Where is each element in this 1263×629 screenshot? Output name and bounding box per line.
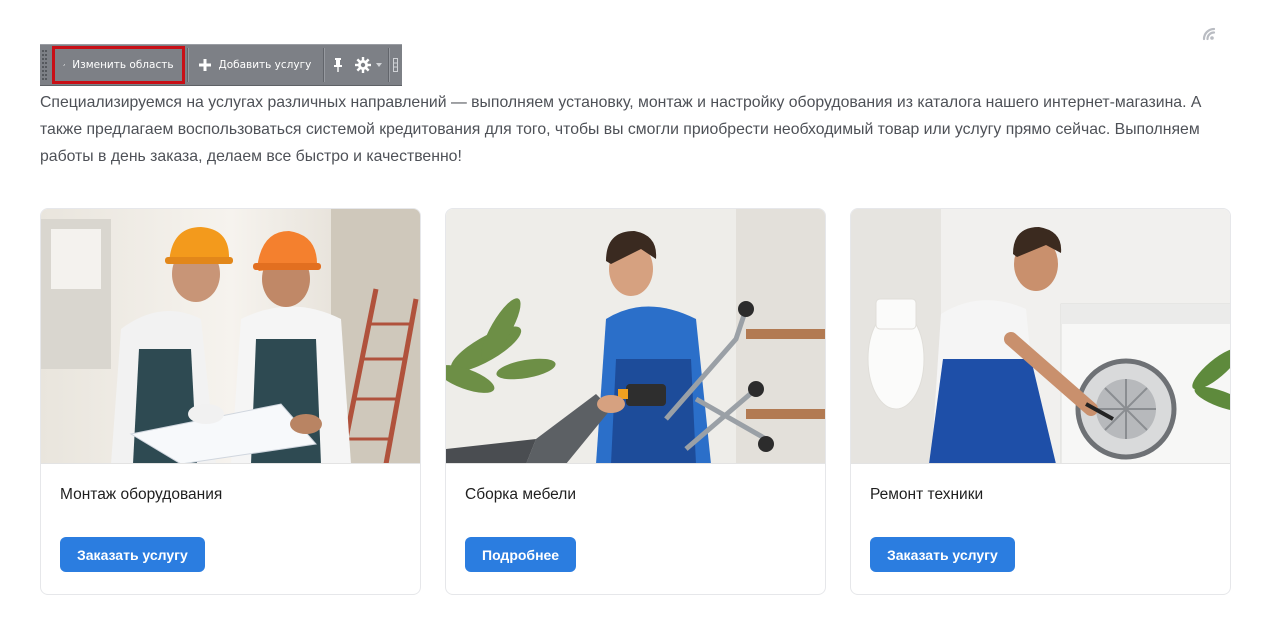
service-card: Монтаж оборудования Заказать услугу: [40, 208, 421, 595]
more-details-button[interactable]: Подробнее: [465, 537, 577, 572]
plus-icon: [199, 59, 212, 71]
service-title: Монтаж оборудования: [60, 486, 223, 503]
service-card: Сборка мебели Подробнее: [445, 208, 826, 595]
admin-toolbar: Изменить область Добавить услугу: [40, 44, 402, 86]
pin-button[interactable]: [324, 45, 351, 85]
add-service-button[interactable]: Добавить услугу: [187, 45, 323, 85]
service-card: Ремонт техники Заказать услугу: [850, 208, 1231, 595]
service-photo-furniture: [446, 209, 825, 464]
gear-icon: [354, 57, 371, 73]
toolbar-resize-handle[interactable]: [389, 45, 402, 85]
settings-button[interactable]: [351, 45, 388, 85]
drag-handle[interactable]: [40, 45, 49, 85]
order-service-button[interactable]: Заказать услугу: [870, 537, 1015, 572]
pin-icon: [333, 58, 342, 72]
add-service-label: Добавить услугу: [218, 59, 312, 71]
pencil-icon: [62, 64, 65, 67]
edit-area-button[interactable]: Изменить область: [51, 46, 185, 84]
service-title: Ремонт техники: [870, 486, 984, 503]
order-service-button[interactable]: Заказать услугу: [60, 537, 205, 572]
chevron-down-icon: [375, 63, 382, 67]
service-title: Сборка мебели: [465, 486, 576, 503]
edit-area-label: Изменить область: [72, 59, 174, 71]
intro-text: Специализируемся на услугах различных на…: [40, 94, 1202, 165]
wifi-icon: [1202, 27, 1216, 41]
service-photo-installation: [41, 209, 420, 464]
service-photo-repair: [851, 209, 1230, 464]
